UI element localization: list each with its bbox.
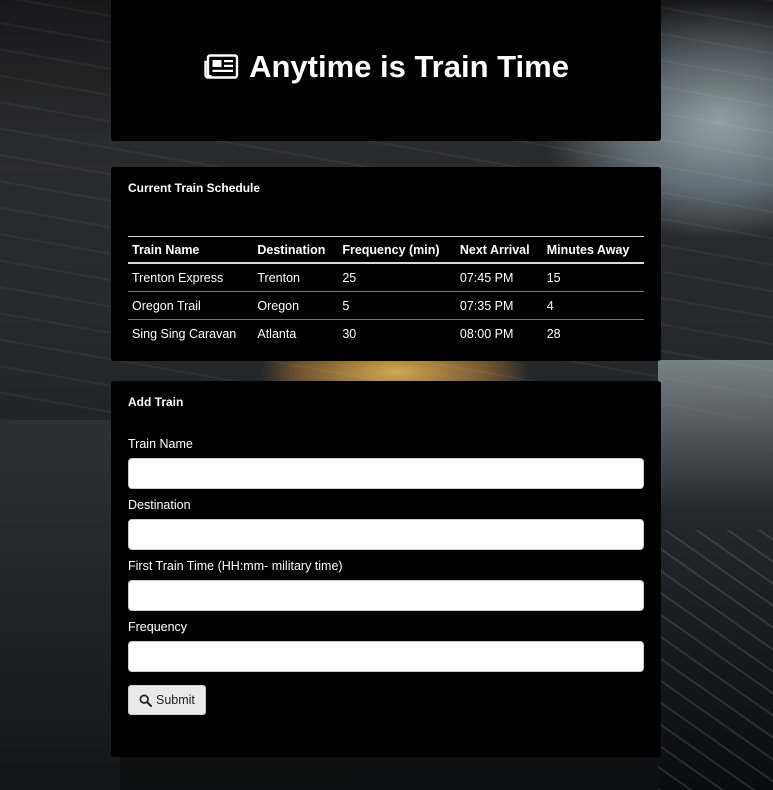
submit-button-label: Submit [156,693,195,707]
page-title-text: Anytime is Train Time [249,48,569,84]
train-name-label: Train Name [128,437,193,451]
train-name-input[interactable] [128,458,644,489]
destination-input[interactable] [128,519,644,550]
frequency-input[interactable] [128,641,644,672]
first-train-time-input[interactable] [128,580,644,611]
schedule-table: Train Name Destination Frequency (min) N… [128,236,644,347]
cell-destination: Oregon [253,291,339,320]
add-train-form: Train Name Destination First Train Time … [111,423,661,715]
cell-frequency: 5 [338,291,456,320]
table-row: Oregon Trail Oregon 5 07:35 PM 4 [128,291,644,320]
cell-minutes-away: 15 [542,263,644,292]
first-train-time-field-group: First Train Time (HH:mm- military time) [128,559,644,611]
cell-next-arrival: 07:35 PM [455,291,543,320]
cell-minutes-away: 28 [546,327,561,341]
column-header-train-name: Train Name [128,236,254,264]
cell-frequency: 25 [338,263,456,292]
cell-frequency: 30 [342,327,357,341]
newspaper-icon [204,53,239,79]
cell-train-name: Trenton Express [128,263,254,292]
table-header-row: Train Name Destination Frequency (min) N… [128,236,644,264]
destination-label: Destination [128,498,191,512]
add-train-panel: Add Train Train Name Destination First T… [111,381,661,757]
background-platform-left [0,420,120,790]
add-train-panel-title: Add Train [128,395,184,409]
schedule-panel-title: Current Train Schedule [128,181,261,195]
page-title: Anytime is Train Time [203,49,569,85]
table-row: Sing Sing Caravan Atlanta 30 08:00 PM 28 [128,320,644,348]
column-header-minutes-away: Minutes Away [542,236,644,264]
column-header-destination: Destination [253,236,339,264]
cell-minutes-away: 4 [542,291,644,320]
frequency-label: Frequency [128,620,188,634]
search-icon [139,694,152,707]
train-name-field-group: Train Name [128,437,644,489]
cell-train-name: Oregon Trail [128,291,254,320]
background-tracks [658,530,773,790]
main-container: Anytime is Train Time Current Train Sche… [111,0,661,757]
frequency-field-group: Frequency [128,620,644,672]
cell-next-arrival: 07:45 PM [455,263,543,292]
cell-destination: Trenton [253,263,339,292]
column-header-next-arrival: Next Arrival [455,236,543,264]
cell-next-arrival: 08:00 PM [459,327,514,341]
cell-destination: Atlanta [257,327,297,341]
submit-button[interactable]: Submit [128,685,206,715]
table-row: Trenton Express Trenton 25 07:45 PM 15 [128,263,644,292]
page-header: Anytime is Train Time [111,0,661,141]
cell-train-name: Sing Sing Caravan [132,327,237,341]
schedule-panel: Current Train Schedule Train Name Destin… [111,167,661,361]
first-train-time-label: First Train Time (HH:mm- military time) [128,559,343,573]
destination-field-group: Destination [128,498,644,550]
column-header-frequency: Frequency (min) [338,236,456,264]
